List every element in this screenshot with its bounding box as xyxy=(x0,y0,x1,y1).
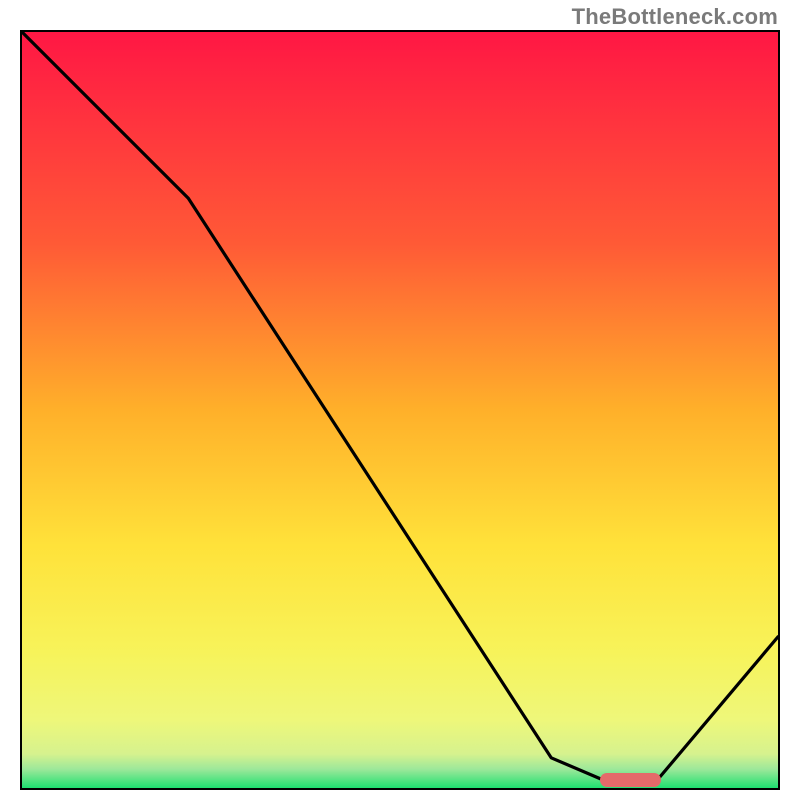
chart-svg xyxy=(22,32,778,788)
optimal-range-marker xyxy=(600,773,661,787)
chart-frame xyxy=(20,30,780,790)
watermark-text: TheBottleneck.com xyxy=(572,4,778,30)
